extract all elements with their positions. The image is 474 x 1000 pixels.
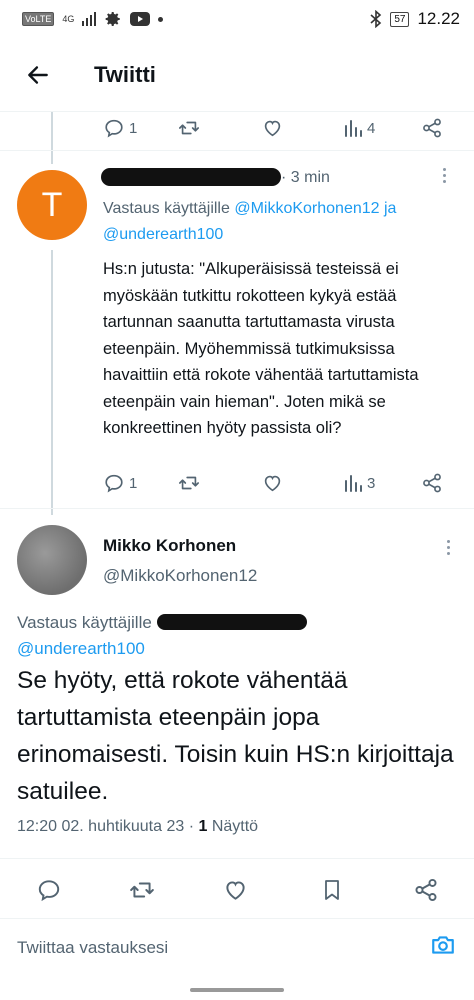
camera-icon: [432, 936, 454, 954]
views-label[interactable]: Näyttö: [207, 818, 258, 835]
camera-button[interactable]: [429, 932, 457, 963]
retweet-button[interactable]: [177, 117, 201, 139]
reply-to-line: Vastaus käyttäjille @underearth100: [17, 610, 457, 662]
comment-icon: [38, 880, 60, 902]
battery-indicator: 57: [390, 11, 410, 27]
bar-chart-icon: [345, 120, 362, 137]
thread-line: [51, 112, 53, 164]
comment-icon: [105, 474, 123, 493]
views-count: 3: [367, 474, 376, 492]
thread-line: [51, 250, 53, 515]
like-button[interactable]: [261, 117, 284, 139]
more-options-button[interactable]: [445, 540, 451, 555]
heart-icon: [226, 881, 245, 900]
reply-count: 1: [129, 474, 138, 492]
back-button[interactable]: [18, 55, 58, 95]
reply-to-line: Vastaus käyttäjille @MikkoKorhonen12 ja …: [103, 196, 453, 248]
network-type: 4G: [62, 14, 75, 24]
like-button[interactable]: [261, 472, 284, 494]
avatar[interactable]: T: [17, 170, 87, 240]
mention-link[interactable]: @MikkoKorhonen12: [234, 200, 379, 217]
reply-author-row: · 3 min: [101, 166, 463, 190]
reply-button[interactable]: 1: [103, 117, 137, 139]
avatar[interactable]: [17, 525, 87, 595]
app-header: Twiitti: [0, 38, 474, 112]
bookmark-button[interactable]: [320, 877, 344, 903]
reply-time: · 3 min: [281, 169, 330, 186]
main-tweet-text: Se hyöty, että rokote vähentää tartuttam…: [17, 667, 454, 805]
heart-icon: [264, 475, 281, 492]
share-icon: [423, 118, 441, 138]
reply-count: 1: [129, 119, 138, 137]
share-button[interactable]: [413, 877, 439, 903]
author-name[interactable]: Mikko Korhonen: [103, 536, 236, 556]
share-icon: [423, 473, 441, 493]
joiner-text: ja: [379, 200, 397, 217]
divider: [0, 150, 474, 151]
status-right: 57 12.22: [370, 9, 460, 29]
retweet-icon: [179, 476, 199, 490]
share-icon: [415, 878, 437, 902]
notification-dot: [158, 16, 164, 22]
share-button[interactable]: [421, 117, 443, 139]
heart-icon: [264, 120, 281, 137]
reply-button[interactable]: 1: [103, 472, 137, 494]
reply-input-placeholder[interactable]: Twiittaa vastauksesi: [17, 938, 168, 958]
reply-tweet-text: Hs:n jutusta: "Alkuperäisissä testeissä …: [103, 260, 424, 437]
clock: 12.22: [417, 9, 460, 28]
gear-icon: [106, 11, 121, 27]
avatar-letter: T: [41, 185, 63, 224]
status-left: VoLTE 4G: [22, 10, 164, 28]
views-button[interactable]: 3: [343, 473, 375, 493]
retweet-icon: [179, 121, 199, 135]
redaction-scribble: [101, 168, 281, 186]
retweet-icon: [130, 882, 154, 898]
mention-link[interactable]: @underearth100: [17, 639, 145, 658]
divider: [0, 508, 474, 509]
timestamp: 12:20 02. huhtikuuta 23 ·: [17, 818, 199, 835]
previous-tweet-actions: 1 4: [103, 110, 448, 146]
divider: [0, 858, 474, 859]
status-bar: VoLTE 4G 57 12.22: [0, 0, 474, 38]
more-options-button[interactable]: [441, 168, 447, 183]
page-title: Twiitti: [94, 61, 156, 87]
redaction-scribble: [156, 614, 307, 630]
bookmark-icon: [325, 880, 339, 900]
volte-badge: VoLTE: [22, 12, 55, 26]
like-button[interactable]: [222, 877, 249, 903]
retweet-button[interactable]: [177, 472, 201, 494]
reply-button[interactable]: [36, 877, 62, 903]
retweet-button[interactable]: [128, 877, 156, 903]
reply-prefix: Vastaus käyttäjille: [17, 613, 157, 632]
author-handle[interactable]: @MikkoKorhonen12: [103, 566, 257, 586]
reply-compose-bar[interactable]: Twiittaa vastauksesi: [0, 918, 474, 976]
arrow-left-icon: [28, 65, 48, 84]
tweet-meta: 12:20 02. huhtikuuta 23 · 1 Näyttö: [17, 818, 258, 836]
views-count: 4: [367, 119, 376, 137]
signal-icon: [82, 12, 97, 26]
youtube-icon: [130, 12, 151, 26]
main-tweet-actions: [0, 872, 474, 908]
reply-prefix: Vastaus käyttäjille: [103, 200, 235, 217]
bar-chart-icon: [345, 475, 362, 492]
reply-tweet-actions: 1 3: [103, 465, 448, 501]
mention-link[interactable]: @underearth100: [103, 226, 223, 243]
home-indicator[interactable]: [190, 988, 284, 992]
share-button[interactable]: [421, 472, 443, 494]
views-button[interactable]: 4: [343, 118, 375, 138]
comment-icon: [105, 119, 123, 138]
bluetooth-icon: [370, 10, 382, 28]
